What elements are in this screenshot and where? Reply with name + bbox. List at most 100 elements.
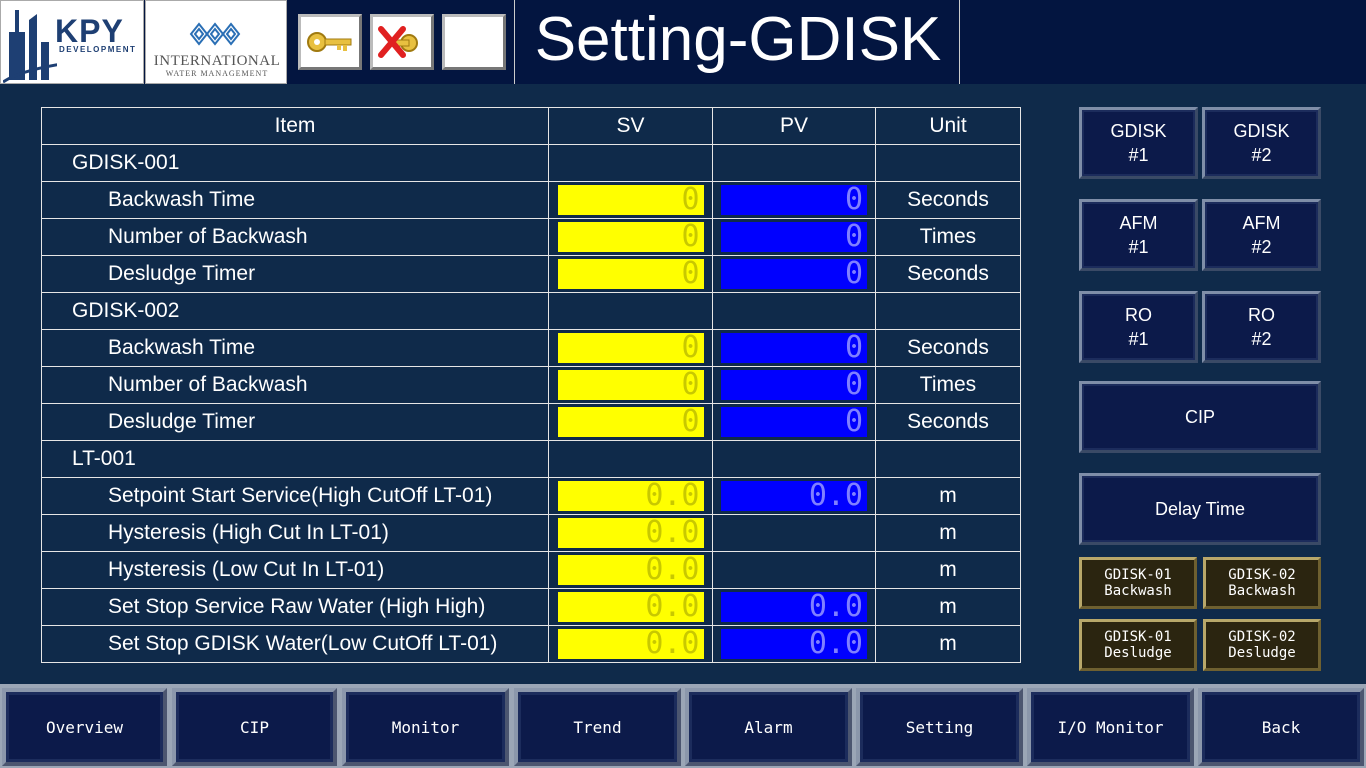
item-label: Backwash Time <box>41 329 549 367</box>
group-label: GDISK-002 <box>41 292 549 330</box>
empty-cell <box>712 440 876 478</box>
button-label: Backwash <box>1104 583 1172 599</box>
pv-cell: 0 <box>712 218 876 256</box>
pv-display: 0 <box>721 407 867 437</box>
sv-input[interactable]: 0.0 <box>557 629 704 659</box>
gdisk-02-backwash-button[interactable]: GDISK-02 Backwash <box>1203 557 1321 609</box>
pv-cell: 0.0 <box>712 625 876 663</box>
empty-cell <box>875 440 1021 478</box>
unit-label: m <box>875 588 1021 626</box>
gdisk-2-button[interactable]: GDISK #2 <box>1202 107 1321 179</box>
unit-label: m <box>875 625 1021 663</box>
kpy-logo-subtext: DEVELOPMENT <box>59 45 137 54</box>
sv-cell: 0 <box>548 366 713 404</box>
iwm-logo-subtext: WATER MANAGEMENT <box>165 69 269 78</box>
nav-setting-button[interactable]: Setting <box>856 688 1023 766</box>
nav-monitor-button[interactable]: Monitor <box>342 688 509 766</box>
nav-trend-button[interactable]: Trend <box>514 688 681 766</box>
pv-display: 0 <box>721 222 867 252</box>
button-label: RO <box>1248 305 1275 325</box>
pv-display: 0.0 <box>721 481 867 511</box>
table-row: Setpoint Start Service(High CutOff LT-01… <box>41 477 1021 515</box>
pv-cell: 0 <box>712 366 876 404</box>
group-row: LT-001 <box>41 440 1021 478</box>
gdisk-02-desludge-button[interactable]: GDISK-02 Desludge <box>1203 619 1321 671</box>
sv-cell: 0 <box>548 403 713 441</box>
button-label: #1 <box>1128 329 1149 349</box>
kpy-logo: KPY DEVELOPMENT <box>0 0 144 84</box>
button-label: Delay Time <box>1154 499 1246 519</box>
pv-cell <box>712 551 876 589</box>
group-row: GDISK-002 <box>41 292 1021 330</box>
button-label: GDISK <box>1110 121 1167 141</box>
empty-cell <box>548 292 713 330</box>
sv-input[interactable]: 0 <box>557 407 704 437</box>
button-label: #2 <box>1251 329 1272 349</box>
unit-label: Seconds <box>875 181 1021 219</box>
pv-display: 0 <box>721 370 867 400</box>
item-label: Number of Backwash <box>41 218 549 256</box>
cip-button[interactable]: CIP <box>1079 381 1321 453</box>
unit-label: Times <box>875 218 1021 256</box>
button-label: Backwash <box>1228 583 1296 599</box>
column-header: PV <box>712 107 876 145</box>
table-row: Desludge Timer 0 0 Seconds <box>41 403 1021 441</box>
sv-cell: 0.0 <box>548 477 713 515</box>
iwm-logo: INTERNATIONAL WATER MANAGEMENT <box>145 0 287 84</box>
empty-cell <box>712 292 876 330</box>
login-key-button[interactable] <box>298 14 362 70</box>
sv-cell: 0 <box>548 181 713 219</box>
button-label: #1 <box>1128 237 1149 257</box>
afm-1-button[interactable]: AFM #1 <box>1079 199 1198 271</box>
column-header: Unit <box>875 107 1021 145</box>
pv-cell: 0 <box>712 329 876 367</box>
nav-io-monitor-button[interactable]: I/O Monitor <box>1027 688 1194 766</box>
nav-back-button[interactable]: Back <box>1198 688 1364 766</box>
afm-2-button[interactable]: AFM #2 <box>1202 199 1321 271</box>
sv-input[interactable]: 0 <box>557 185 704 215</box>
sv-input[interactable]: 0 <box>557 259 704 289</box>
pv-display: 0 <box>721 333 867 363</box>
sv-input[interactable]: 0 <box>557 333 704 363</box>
gdisk-01-desludge-button[interactable]: GDISK-01 Desludge <box>1079 619 1197 671</box>
sv-input[interactable]: 0.0 <box>557 592 704 622</box>
ro-1-button[interactable]: RO #1 <box>1079 291 1198 363</box>
item-label: Hysteresis (Low Cut In LT-01) <box>41 551 549 589</box>
gdisk-1-button[interactable]: GDISK #1 <box>1079 107 1198 179</box>
logout-key-button[interactable] <box>370 14 434 70</box>
sv-input[interactable]: 0 <box>557 370 704 400</box>
button-label: AFM <box>1119 213 1158 233</box>
item-label: Number of Backwash <box>41 366 549 404</box>
item-label: Set Stop GDISK Water(Low CutOff LT-01) <box>41 625 549 663</box>
title-box: Setting-GDISK <box>514 0 960 84</box>
sv-cell: 0 <box>548 218 713 256</box>
delay-time-button[interactable]: Delay Time <box>1079 473 1321 545</box>
sv-input[interactable]: 0 <box>557 222 704 252</box>
header: KPY DEVELOPMENT INTERNATIONAL WATER MANA… <box>0 0 1366 84</box>
table-row: Backwash Time 0 0 Seconds <box>41 181 1021 219</box>
nav-cip-button[interactable]: CIP <box>172 688 337 766</box>
key-icon <box>307 32 352 52</box>
sv-input[interactable]: 0.0 <box>557 555 704 585</box>
nav-alarm-button[interactable]: Alarm <box>685 688 852 766</box>
unit-label: Times <box>875 366 1021 404</box>
unit-label: m <box>875 477 1021 515</box>
settings-table: Item SV PV Unit GDISK-001 Backwash Time 0 0 Seco… <box>41 107 1021 663</box>
sv-cell: 0 <box>548 255 713 293</box>
table-row: Set Stop GDISK Water(Low CutOff LT-01) 0.… <box>41 625 1021 663</box>
unit-label: m <box>875 551 1021 589</box>
table-row: Set Stop Service Raw Water (High High) 0.… <box>41 588 1021 626</box>
sv-input[interactable]: 0.0 <box>557 518 704 548</box>
pv-cell: 0 <box>712 255 876 293</box>
table-row: Number of Backwash 0 0 Times <box>41 366 1021 404</box>
ro-2-button[interactable]: RO #2 <box>1202 291 1321 363</box>
button-label: Desludge <box>1104 645 1172 661</box>
sv-cell: 0 <box>548 329 713 367</box>
sv-cell: 0.0 <box>548 551 713 589</box>
column-header: Item <box>41 107 549 145</box>
gdisk-01-backwash-button[interactable]: GDISK-01 Backwash <box>1079 557 1197 609</box>
sv-input[interactable]: 0.0 <box>557 481 704 511</box>
blank-button[interactable] <box>442 14 506 70</box>
button-label: RO <box>1125 305 1152 325</box>
nav-overview-button[interactable]: Overview <box>2 688 167 766</box>
